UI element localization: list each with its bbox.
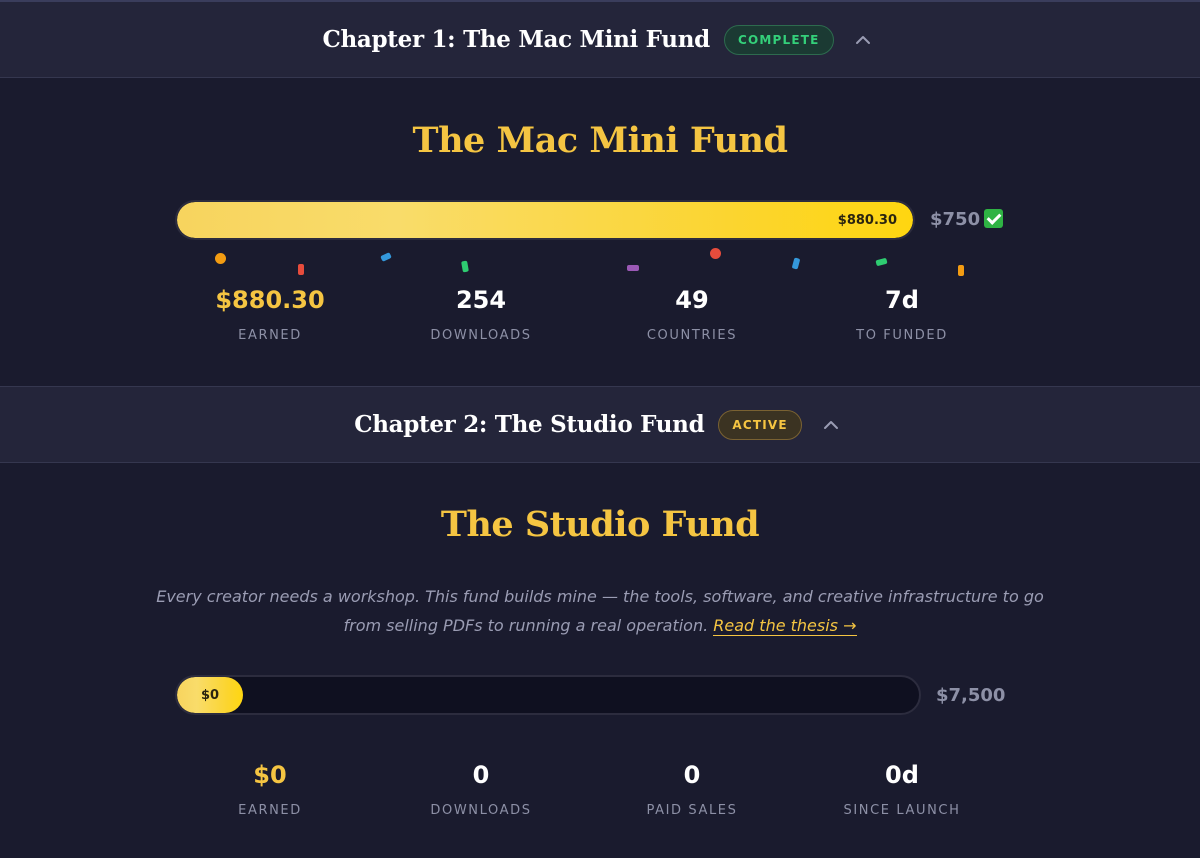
description-text: Every creator needs a workshop. This fun… — [156, 587, 1044, 635]
stat-label: DOWNLOADS — [430, 328, 532, 343]
confetti-piece — [380, 252, 392, 262]
fund-title: The Mac Mini Fund — [412, 120, 788, 161]
confetti-piece — [461, 260, 469, 273]
stat-label: COUNTRIES — [646, 328, 738, 343]
confetti-piece — [791, 257, 801, 270]
stat-value: 0d — [885, 761, 919, 789]
progress-fill: $0 — [177, 677, 243, 713]
stat-label: SINCE LAUNCH — [843, 803, 961, 818]
stat-countries: 49 COUNTRIES — [592, 286, 792, 343]
chevron-up-icon[interactable] — [816, 410, 846, 440]
stat-paid-sales: 0 PAID SALES — [592, 761, 792, 818]
stat-label: PAID SALES — [646, 803, 738, 818]
stat-value: 49 — [675, 286, 709, 314]
confetti-piece — [958, 265, 964, 276]
chapter-1-header[interactable]: Chapter 1: The Mac Mini Fund COMPLETE — [0, 2, 1200, 78]
chevron-up-icon[interactable] — [848, 25, 878, 55]
stat-label: DOWNLOADS — [430, 803, 532, 818]
goal-amount: $750 — [930, 209, 1004, 230]
chapter-1-title: Chapter 1: The Mac Mini Fund — [322, 26, 710, 53]
fund-title: The Studio Fund — [440, 504, 760, 545]
fund-description: Every creator needs a workshop. This fun… — [150, 582, 1050, 640]
stat-value: $0 — [253, 761, 287, 789]
stat-value: 7d — [885, 286, 919, 314]
stat-earned: $0 EARNED — [170, 761, 370, 818]
stat-to-funded: 7d TO FUNDED — [802, 286, 1002, 343]
stat-earned: $880.30 EARNED — [170, 286, 370, 343]
stat-value: $880.30 — [215, 286, 325, 314]
read-thesis-link[interactable]: Read the thesis → — [713, 616, 857, 636]
status-badge-active: ACTIVE — [718, 409, 802, 440]
confetti-dot — [710, 248, 721, 259]
chapter-2-title: Chapter 2: The Studio Fund — [354, 411, 705, 438]
stat-downloads: 254 DOWNLOADS — [381, 286, 581, 343]
goal-amount: $7,500 — [936, 685, 1006, 706]
stat-label: TO FUNDED — [856, 328, 948, 343]
stat-value: 0 — [472, 761, 490, 789]
progress-bar: $880.30 — [175, 200, 915, 240]
confetti-dot — [215, 253, 226, 264]
stat-since-launch: 0d SINCE LAUNCH — [802, 761, 1002, 818]
stat-label: EARNED — [238, 803, 302, 818]
confetti-piece — [298, 264, 304, 275]
progress-fill: $880.30 — [177, 202, 913, 238]
progress-bar: $0 — [175, 675, 921, 715]
stat-downloads: 0 DOWNLOADS — [381, 761, 581, 818]
stat-value: 254 — [455, 286, 507, 314]
chapter-2-header[interactable]: Chapter 2: The Studio Fund ACTIVE — [0, 386, 1200, 463]
status-badge-complete: COMPLETE — [723, 24, 834, 55]
goal-value: $750 — [930, 209, 981, 230]
stat-label: EARNED — [238, 328, 302, 343]
confetti-piece — [875, 257, 888, 267]
stat-value: 0 — [683, 761, 701, 789]
check-mark-icon — [984, 209, 1004, 228]
confetti-piece — [627, 265, 639, 271]
